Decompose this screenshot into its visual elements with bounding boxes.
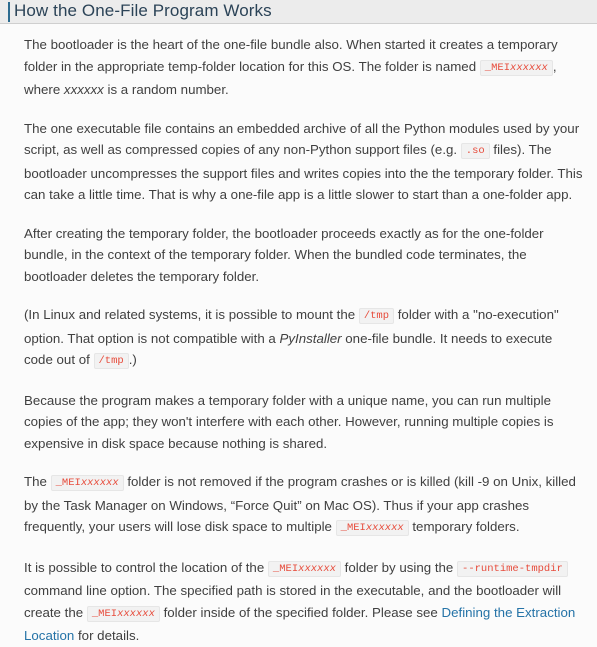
p4-text-4: .) xyxy=(128,352,137,367)
p6-text-1: The xyxy=(24,474,51,489)
p7-text-1: It is possible to control the location o… xyxy=(24,559,268,575)
code-mei-suffix: xxxxxx xyxy=(510,61,548,74)
paragraph-7: It is possible to control the location o… xyxy=(24,557,583,647)
paragraph-3: After creating the temporary folder, the… xyxy=(24,223,583,288)
section-header: How the One-File Program Works xyxy=(0,0,597,24)
paragraph-1: The bootloader is the heart of the one-f… xyxy=(24,34,583,101)
code-mei-folder-3: _MEIxxxxxx xyxy=(335,520,409,536)
paragraph-6: The _MEIxxxxxx folder is not removed if … xyxy=(24,471,583,540)
code-mei-folder-4: _MEIxxxxxx xyxy=(267,560,341,577)
code-mei-suffix: xxxxxx xyxy=(117,607,155,620)
code-mei-prefix: _MEI xyxy=(484,61,511,74)
p1-emphasis-xxxxxx: xxxxxx xyxy=(63,82,104,97)
code-mei-prefix: _MEI xyxy=(272,562,299,575)
p3-text-1: After creating the temporary folder, the… xyxy=(24,225,544,284)
paragraph-4: (In Linux and related systems, it is pos… xyxy=(24,304,583,373)
p1-text-1: The bootloader is the heart of the one-f… xyxy=(24,37,558,74)
p7-text-4: folder inside of the specified folder. P… xyxy=(159,604,442,620)
code-mei-folder-2: _MEIxxxxxx xyxy=(50,475,124,491)
p7-text-2: folder by using the xyxy=(340,559,458,575)
code-mei-prefix: _MEI xyxy=(91,607,118,620)
p4-emphasis-pyinstaller: PyInstaller xyxy=(279,330,342,346)
code-mei-suffix: xxxxxx xyxy=(298,562,336,575)
code-mei-suffix: xxxxxx xyxy=(365,522,404,534)
code-tmp-path-2: /tmp xyxy=(93,353,129,369)
code-mei-folder-5: _MEIxxxxxx xyxy=(86,605,160,622)
p1-text-3: is a random number. xyxy=(103,82,229,97)
p5-text-1: Because the program makes a temporary fo… xyxy=(24,392,554,451)
paragraph-5: Because the program makes a temporary fo… xyxy=(24,390,583,455)
code-tmp-path: /tmp xyxy=(358,308,395,324)
code-so-extension: .so xyxy=(460,143,490,159)
p4-text-1: (In Linux and related systems, it is pos… xyxy=(24,307,359,322)
code-mei-suffix: xxxxxx xyxy=(80,477,119,489)
header-accent-bar xyxy=(8,2,10,22)
code-mei-folder: _MEIxxxxxx xyxy=(479,59,553,76)
code-runtime-tmpdir-option: --runtime-tmpdir xyxy=(457,560,568,577)
paragraph-2: The one executable file contains an embe… xyxy=(24,118,583,206)
p7-text-5: for details. xyxy=(74,628,140,643)
document-body: The bootloader is the heart of the one-f… xyxy=(0,24,597,647)
code-mei-prefix: _MEI xyxy=(55,477,81,489)
p6-text-3: temporary folders. xyxy=(408,519,520,534)
code-mei-prefix: _MEI xyxy=(340,522,366,534)
page-title: How the One-File Program Works xyxy=(14,1,272,20)
